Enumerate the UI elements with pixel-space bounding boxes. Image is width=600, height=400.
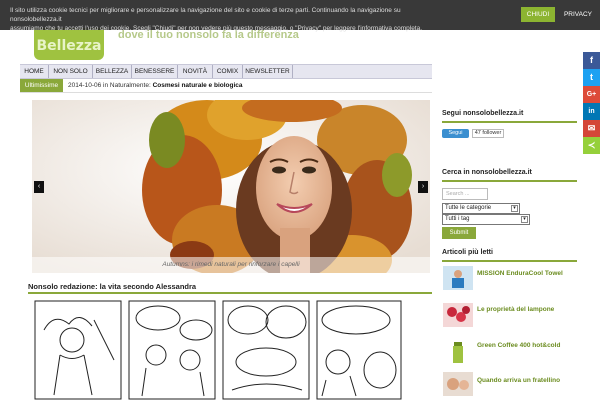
section-underline: [442, 180, 577, 182]
follow-title: Segui nonsolobellezza.it: [442, 110, 524, 117]
article-link-2[interactable]: Le proprietà del lampone: [477, 306, 554, 313]
comic-panel-2[interactable]: [128, 300, 216, 400]
divider: [20, 92, 432, 93]
cookie-privacy-link[interactable]: PRIVACY: [561, 7, 595, 22]
gmail-share-icon[interactable]: ✉: [583, 120, 600, 137]
cookie-message-line1: Il sito utilizza cookie tecnici per migl…: [10, 7, 401, 23]
article-thumb-3[interactable]: [443, 340, 473, 364]
featured-slider[interactable]: [32, 100, 430, 273]
article-thumb-2[interactable]: [443, 303, 473, 327]
cookie-close-button[interactable]: CHIUDI: [521, 7, 555, 22]
article-link-3[interactable]: Green Coffee 400 hot&cold: [477, 342, 560, 349]
ticker-item[interactable]: 2014-10-06 in Naturalmente: Cosmesi natu…: [68, 79, 243, 92]
section-underline: [28, 292, 432, 294]
slider-image: [32, 100, 430, 273]
follower-count: 47 follower: [472, 129, 504, 138]
article-thumb-1[interactable]: [443, 266, 473, 290]
logo-text: Bellezza: [36, 38, 102, 54]
linkedin-share-icon[interactable]: in: [583, 103, 600, 120]
slider-prev-button[interactable]: ‹: [34, 181, 44, 193]
chevron-down-icon: ▾: [521, 216, 528, 223]
ticker-headline[interactable]: Cosmesi naturale e biologica: [153, 82, 243, 89]
article-link-1[interactable]: MISSION EnduraCool Towel: [477, 270, 563, 277]
comic-panel-3[interactable]: [222, 300, 310, 400]
slider-next-button[interactable]: ›: [418, 181, 428, 193]
more-share-icon[interactable]: ≺: [583, 137, 600, 154]
nav-item-novita[interactable]: NOVITÀ: [178, 65, 213, 78]
cookie-banner: Il sito utilizza cookie tecnici per migl…: [0, 0, 600, 33]
search-submit-button[interactable]: Submit: [442, 227, 476, 239]
facebook-share-icon[interactable]: f: [583, 52, 600, 69]
comic-panel-1[interactable]: [34, 300, 122, 400]
nav-item-newsletter[interactable]: NEWSLETTER: [243, 65, 293, 78]
popular-title: Articoli più letti: [442, 249, 493, 256]
category-select[interactable]: Tutte le categorie ▾: [442, 203, 520, 214]
ticker-label: Ultimissime: [20, 79, 63, 92]
chevron-down-icon: ▾: [511, 205, 518, 212]
comic-panel-4[interactable]: [316, 300, 402, 400]
redazione-title[interactable]: Nonsolo redazione: la vita secondo Aless…: [28, 282, 196, 291]
google-plus-share-icon[interactable]: G+: [583, 86, 600, 103]
section-underline: [442, 260, 577, 262]
search-title: Cerca in nonsolobellezza.it: [442, 169, 532, 176]
nav-item-bellezza[interactable]: BELLEZZA: [93, 65, 132, 78]
nav-item-comix[interactable]: COMIX: [213, 65, 243, 78]
article-thumb-4[interactable]: [443, 372, 473, 396]
section-underline: [442, 121, 577, 123]
category-select-value: Tutte le categorie: [445, 205, 492, 211]
cookie-message: Il sito utilizza cookie tecnici per migl…: [10, 6, 430, 33]
cookie-message-line2: assumiamo che tu accetti l'uso dei cooki…: [10, 25, 423, 32]
article-link-4[interactable]: Quando arriva un fratellino: [477, 377, 560, 384]
slider-caption[interactable]: Autumns: i rimedi naturali per rinforzar…: [32, 257, 430, 273]
tag-select-value: Tutti i tag: [445, 216, 470, 222]
nav-item-home[interactable]: HOME: [20, 65, 49, 78]
nav-item-non-solo[interactable]: NON SOLO: [49, 65, 93, 78]
ticker-date: 2014-10-06 in Naturalmente:: [68, 82, 151, 89]
search-input[interactable]: Search ...: [442, 188, 488, 200]
follow-button[interactable]: Segui: [442, 129, 469, 138]
tag-select[interactable]: Tutti i tag ▾: [442, 214, 530, 225]
main-nav: HOME NON SOLO BELLEZZA BENESSERE NOVITÀ …: [20, 64, 432, 79]
twitter-share-icon[interactable]: t: [583, 69, 600, 86]
nav-item-benessere[interactable]: BENESSERE: [132, 65, 178, 78]
